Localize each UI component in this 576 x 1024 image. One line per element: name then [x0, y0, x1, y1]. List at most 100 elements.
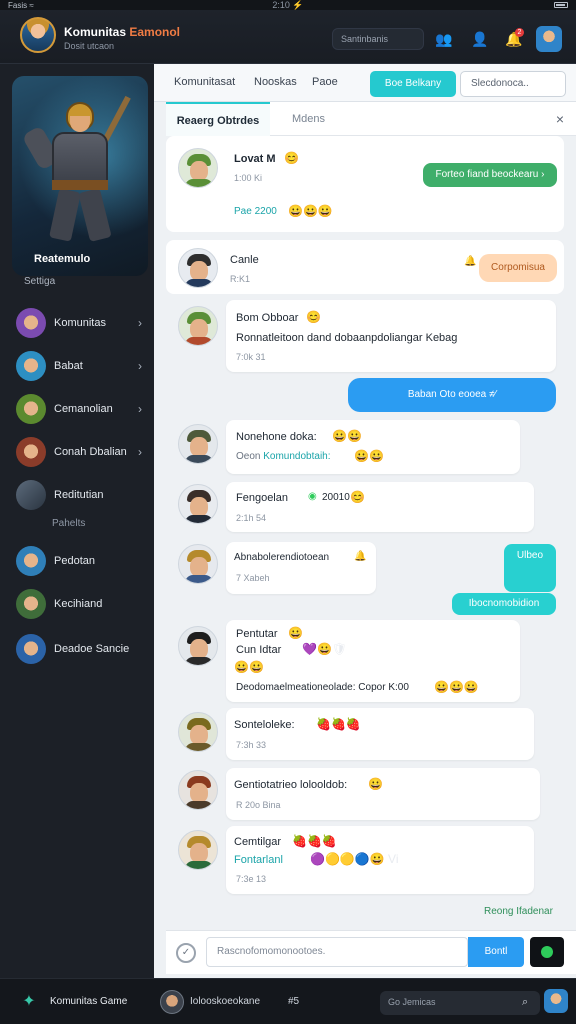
- sidebar-item-deadoe-sancie[interactable]: Deadoe Sancie: [10, 631, 146, 667]
- game-logo-icon[interactable]: ✦: [18, 991, 40, 1013]
- bottom-title: Komunitas Game: [50, 996, 128, 1007]
- sidebar-item-reditutian[interactable]: Reditutian: [10, 477, 146, 513]
- composer: ✓ Rascnofomomonootoes. Bontl: [166, 930, 576, 974]
- sidebar-item-kecihiand[interactable]: Kecihiand: [10, 586, 146, 622]
- avatar: [16, 634, 46, 664]
- avatar: [178, 830, 218, 870]
- sidebar-item-label: Reditutian: [54, 489, 104, 501]
- hero-card[interactable]: Reatemulo: [12, 76, 148, 276]
- avatar: [16, 351, 46, 381]
- cyan-action-button[interactable]: Boe Belkany: [370, 71, 456, 97]
- sidebar-item-label: Komunitas: [54, 317, 106, 329]
- list-item: Lovat M 😊 1:00 Ki Pae 2200 😀😀😀 Forteo fi…: [166, 136, 564, 232]
- message-time: 2:1h 54: [236, 513, 267, 523]
- sidebar-sub-label[interactable]: Pahelts: [52, 518, 85, 529]
- message-time: R 20o Bina: [236, 800, 281, 810]
- top-search-input[interactable]: Santinbanis: [332, 28, 424, 50]
- bell-icon: 🔔: [464, 256, 477, 267]
- go-icon[interactable]: [530, 937, 564, 967]
- smile-icon: 😊: [284, 151, 299, 165]
- sidebar-item-label: Pedotan: [54, 555, 95, 567]
- avatar[interactable]: [160, 990, 184, 1014]
- outgoing-bubble[interactable]: Ulbeo: [504, 544, 556, 592]
- message-author: Sonteloleke:: [234, 719, 295, 731]
- avatar: [178, 484, 218, 524]
- message-text: 20010: [322, 492, 350, 503]
- filter-input[interactable]: Slecdonoca..: [460, 71, 566, 97]
- sidebar-item-babat[interactable]: Babat ›: [10, 348, 146, 384]
- tab-paoe[interactable]: Paoe: [312, 76, 338, 88]
- emoji-icon: 😀😀😀: [288, 204, 333, 218]
- sidebar: Reatemulo Settiga Komunitas › Babat › Ce…: [0, 64, 154, 978]
- app-title: Komunitas Eamonol: [64, 25, 181, 39]
- message-author: Bom Obboar: [236, 312, 299, 324]
- outgoing-bubble[interactable]: Ibocnomobidion: [452, 593, 556, 615]
- sidebar-item-conah-dbalian[interactable]: Conah Dbalian ›: [10, 434, 146, 470]
- message-card: Sonteloleke: 🍓🍓🍓 7:3h 33: [226, 708, 534, 760]
- status-badge[interactable]: Corpomisua: [479, 254, 557, 282]
- message-author: Canle: [230, 254, 259, 266]
- message-card: Pentutar 😀 Cun Idtar 💜😀🛡 😀😀 Deodomaelmea…: [226, 620, 520, 702]
- message-card: Abnabolerendiotoean 🔔 7 Xabeh: [226, 542, 376, 594]
- profile-icon[interactable]: [536, 26, 562, 52]
- sidebar-item-label: Babat: [54, 360, 83, 372]
- message-author: Pentutar: [236, 628, 278, 640]
- reply-bubble[interactable]: Forteo fiand beockearu ›: [423, 163, 557, 187]
- tab-nooskas[interactable]: Nooskas: [254, 76, 297, 88]
- avatar: [16, 480, 46, 510]
- message-time: 7:3e 13: [236, 874, 267, 884]
- bell-icon: 🔔: [354, 551, 367, 562]
- notification-badge: 2: [515, 28, 524, 37]
- user-avatar[interactable]: [20, 17, 56, 53]
- bottom-search-input[interactable]: Go Jemicas: [380, 991, 540, 1015]
- battery-icon: [554, 2, 568, 8]
- avatar: [178, 424, 218, 464]
- message-text: Deodomaelmeationeolade: Copor K:00: [236, 682, 409, 693]
- message-time: R:K1: [230, 274, 251, 284]
- check-icon[interactable]: ✓: [176, 943, 196, 963]
- sidebar-item-komunitas[interactable]: Komunitas ›: [10, 305, 146, 341]
- sidebar-item-pedotan[interactable]: Pedotan: [10, 543, 146, 579]
- smile-icon: 😊: [306, 310, 321, 324]
- message-time: 7 Xabeh: [236, 573, 270, 583]
- avatar: [16, 437, 46, 467]
- message-text: Fontarlanl: [234, 854, 283, 866]
- emoji-icon: 🍓🍓🍓: [316, 717, 361, 731]
- message-card: Cemtilgar 🍓🍓🍓 Fontarlanl 🟣🟡🟡🔵😀 Vi 7:3e 1…: [226, 826, 534, 894]
- footer-note: Reong Ifadenar: [484, 906, 553, 917]
- search-icon[interactable]: ⌕: [522, 996, 528, 1009]
- hero-settings-link[interactable]: Settiga: [24, 276, 55, 287]
- tab-komunitasat[interactable]: Komunitasat: [174, 76, 235, 88]
- chevron-right-icon: ›: [138, 445, 142, 459]
- profile-icon[interactable]: [544, 989, 568, 1013]
- avatar: [178, 306, 218, 346]
- top-tabs: Komunitasat Nooskas Paoe Boe Belkany Sle…: [154, 64, 576, 102]
- emoji-icon: 😀: [368, 777, 383, 791]
- subtabs: Reaerg Obtrdes Mdens ×: [166, 102, 576, 136]
- avatar: [16, 308, 46, 338]
- sidebar-item-label: Deadoe Sancie: [54, 643, 130, 655]
- message-author: Fengoelan: [236, 492, 288, 504]
- emoji-icon: 🟣🟡🟡🔵😀 Vi: [310, 852, 399, 866]
- status-bar: Fasis ≈ 2:10 ⚡: [0, 0, 576, 10]
- people-icon[interactable]: 👥: [434, 29, 454, 49]
- message-author: Nonehone doka:: [236, 431, 317, 443]
- subtab-active[interactable]: Reaerg Obtrdes: [166, 102, 270, 136]
- sidebar-item-cemanolian[interactable]: Cemanolian ›: [10, 391, 146, 427]
- bottom-bar: ✦ Komunitas Game Iolooskoeokane #5 Go Je…: [0, 978, 576, 1024]
- app-subtitle: Dosit utcaon: [64, 41, 115, 51]
- message-card: Bom Obboar 😊 Ronnatleitoon dand dobaanpd…: [226, 300, 556, 372]
- message-input[interactable]: Rascnofomomonootoes.: [206, 937, 468, 967]
- chevron-right-icon: ›: [138, 402, 142, 416]
- add-user-icon[interactable]: 👤: [470, 29, 490, 49]
- outgoing-bubble[interactable]: Baban Oto eooea ≠⁄: [348, 378, 556, 412]
- chevron-right-icon: ›: [138, 359, 142, 373]
- avatar: [178, 626, 218, 666]
- subtab-mdens[interactable]: Mdens: [292, 102, 325, 136]
- message-author: Abnabolerendiotoean: [234, 552, 330, 563]
- main-panel: Komunitasat Nooskas Paoe Boe Belkany Sle…: [154, 64, 576, 978]
- send-button[interactable]: Bontl: [468, 937, 524, 967]
- close-icon[interactable]: ×: [556, 111, 564, 127]
- top-bar: Komunitas Eamonol Dosit utcaon Santinban…: [0, 10, 576, 64]
- sidebar-item-label: Cemanolian: [54, 403, 113, 415]
